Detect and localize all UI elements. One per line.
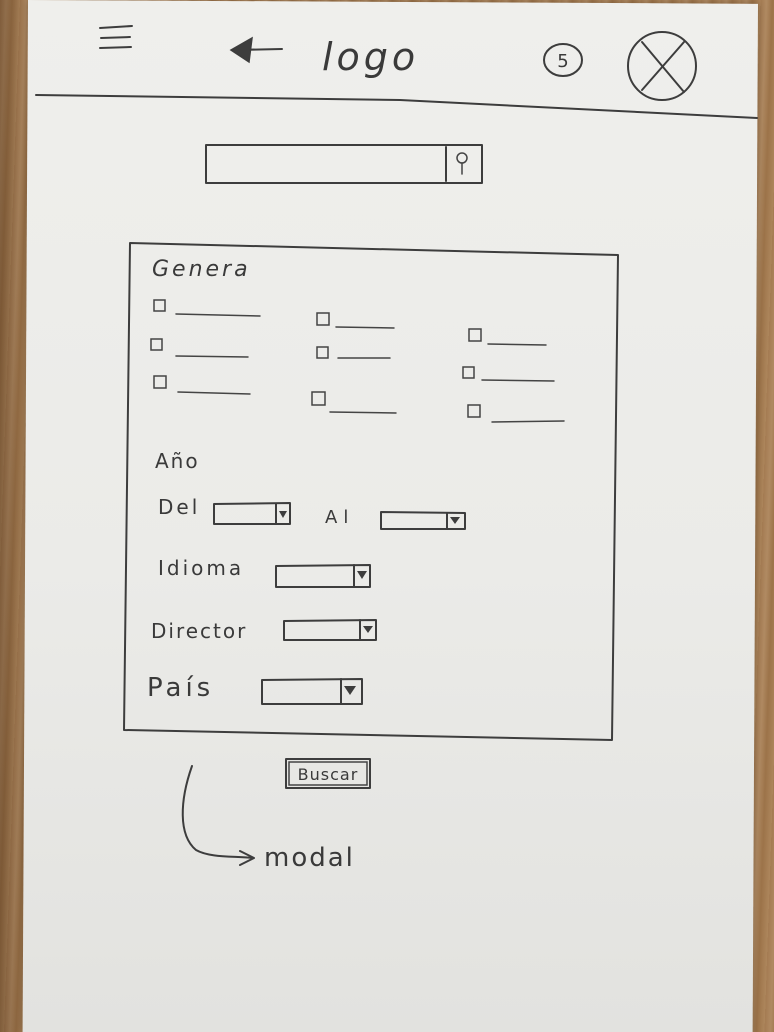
genre-checkbox[interactable] [150,338,249,358]
close-icon[interactable] [627,31,697,101]
country-dropdown[interactable] [261,678,363,705]
genre-heading: Genera [152,257,251,282]
chevron-down-icon [450,517,460,524]
language-dropdown[interactable] [275,564,371,588]
genre-checkbox[interactable] [462,366,555,382]
director-label: Director [151,619,247,643]
country-label: País [147,673,214,703]
chevron-down-icon [344,686,356,695]
year-to-label: Al [325,507,354,528]
chevron-down-icon [363,626,373,633]
director-dropdown[interactable] [283,619,377,641]
search-button-label: Buscar [298,765,359,784]
search-button[interactable]: Buscar [285,758,371,789]
notification-count: 5 [557,51,568,72]
genre-checkbox[interactable] [316,312,395,329]
chevron-down-icon [279,511,287,518]
chevron-down-icon [357,571,367,579]
genre-checkbox[interactable] [311,391,397,414]
genre-checkbox[interactable] [316,346,391,359]
wireframe-sketch: logo 5 Genera Año Del Al Idioma Director… [35,25,758,873]
year-from-label: Del [158,495,200,519]
genre-checkbox[interactable] [153,375,251,395]
annotation-text: modal [264,843,355,873]
genre-checkbox[interactable] [468,328,547,346]
hamburger-menu-icon[interactable] [99,25,133,49]
notification-badge[interactable]: 5 [543,43,583,77]
search-input[interactable] [205,144,483,184]
year-to-dropdown[interactable] [380,511,466,530]
header-divider [35,94,758,119]
genre-checkbox[interactable] [153,299,261,317]
language-label: Idioma [158,556,244,580]
back-arrow-icon[interactable] [229,36,283,64]
genre-checkbox[interactable] [467,404,565,423]
filter-modal: Genera Año Del Al Idioma Director País [123,242,619,741]
year-from-dropdown[interactable] [213,502,291,525]
logo-text: logo [322,35,419,79]
search-bar [205,144,483,184]
search-icon[interactable] [456,152,468,175]
year-heading: Año [155,449,200,473]
